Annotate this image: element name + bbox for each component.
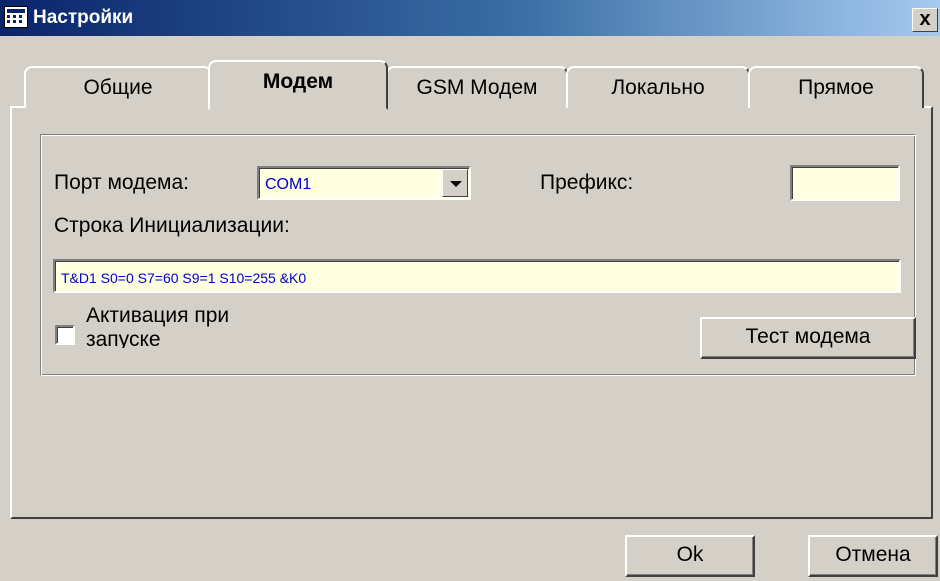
tab-local[interactable]: Локально <box>566 66 750 108</box>
dropdown-button[interactable] <box>442 169 468 197</box>
tab-gsm-modem[interactable]: GSM Модем <box>386 66 568 108</box>
ok-button[interactable]: Ok <box>625 535 755 577</box>
port-label: Порт модема: <box>54 171 189 194</box>
prefix-label: Префикс: <box>540 171 634 194</box>
tab-modem[interactable]: Модем <box>208 60 388 110</box>
window-title: Настройки <box>33 7 134 28</box>
test-modem-button[interactable]: Тест модема <box>700 317 916 359</box>
chevron-down-icon <box>450 181 462 187</box>
init-string-value: T&D1 S0=0 S7=60 S9=1 S10=255 &K0 <box>61 270 307 286</box>
activate-checkbox[interactable] <box>55 325 75 345</box>
init-string-label: Строка Инициализации: <box>54 214 290 237</box>
cancel-button[interactable]: Отмена <box>808 535 938 577</box>
port-combobox[interactable]: COM1 <box>257 166 471 200</box>
port-value: COM1 <box>265 176 312 193</box>
tab-general[interactable]: Общие <box>24 66 212 108</box>
init-string-input[interactable]: T&D1 S0=0 S7=60 S9=1 S10=255 &K0 <box>53 259 901 293</box>
title-bar: Настройки x <box>0 0 940 36</box>
activate-label: Активация при запуске <box>86 304 230 348</box>
close-button[interactable]: x <box>912 8 938 32</box>
calculator-app-icon <box>4 6 28 28</box>
tab-direct[interactable]: Прямое <box>748 66 924 108</box>
prefix-input[interactable] <box>790 165 900 201</box>
